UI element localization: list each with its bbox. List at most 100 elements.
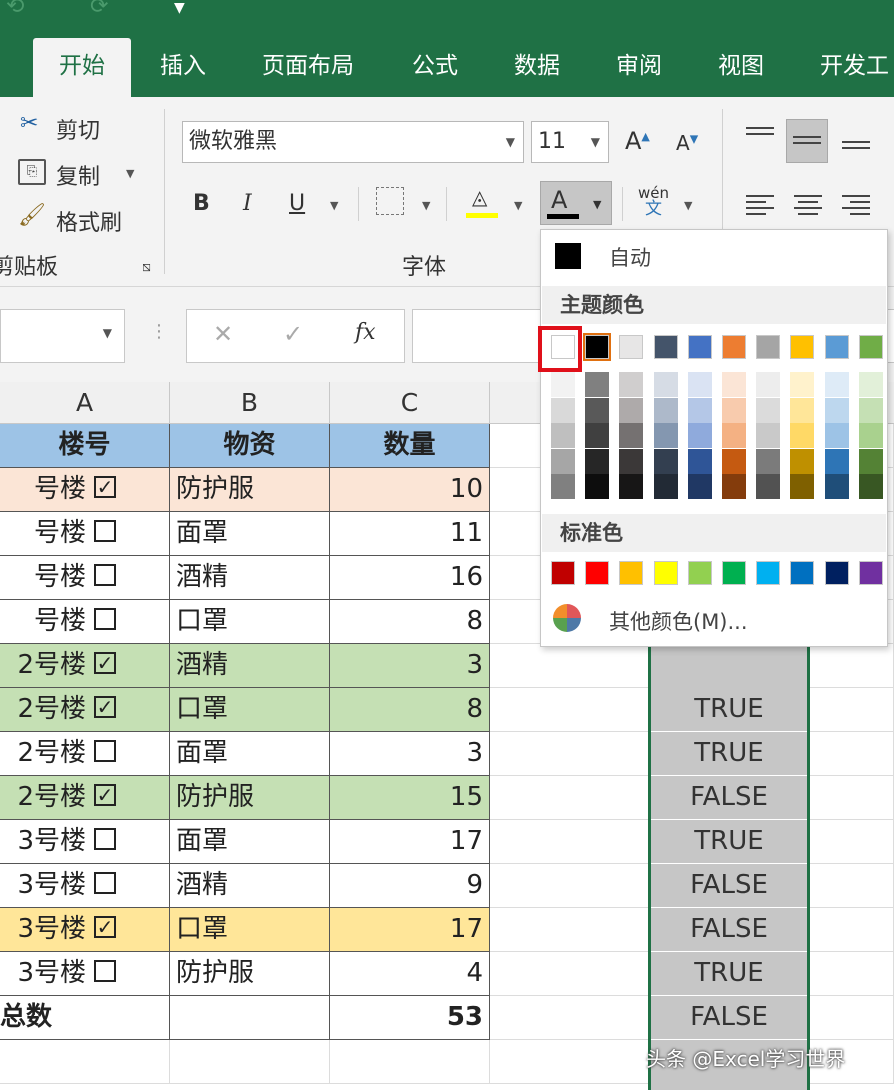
theme-color-swatch[interactable] — [722, 335, 746, 359]
format-painter-button[interactable]: 格式刷 — [56, 205, 122, 237]
standard-color-swatch[interactable] — [722, 561, 746, 585]
standard-color-swatch[interactable] — [790, 561, 815, 585]
italic-button[interactable]: I — [243, 191, 252, 216]
insert-function-icon[interactable]: fx — [355, 320, 376, 345]
empty-cell[interactable] — [490, 732, 650, 776]
copy-icon[interactable]: ⎘ — [18, 159, 46, 185]
theme-shade-swatch[interactable] — [653, 474, 678, 500]
theme-shade-swatch[interactable] — [619, 372, 644, 397]
theme-shade-swatch[interactable] — [722, 372, 746, 397]
tab-home[interactable]: 开始 — [33, 38, 131, 97]
bool-cell[interactable]: FALSE — [651, 996, 807, 1040]
item-cell[interactable]: 面罩 — [170, 820, 330, 864]
theme-shade-swatch[interactable] — [824, 372, 849, 397]
theme-shade-swatch[interactable] — [619, 448, 644, 474]
theme-shade-swatch[interactable] — [858, 423, 883, 449]
building-cell[interactable]: 2号楼 ✓ — [0, 644, 170, 688]
theme-shade-swatch[interactable] — [653, 397, 678, 423]
theme-shade-swatch[interactable] — [551, 448, 575, 474]
theme-shade-swatch[interactable] — [824, 474, 849, 500]
theme-color-swatch[interactable] — [858, 335, 883, 359]
qty-cell[interactable]: 17 — [330, 820, 490, 864]
building-cell[interactable]: 号楼 ✓ — [0, 468, 170, 512]
standard-color-swatch[interactable] — [756, 561, 781, 585]
theme-shade-swatch[interactable] — [858, 474, 883, 500]
theme-shade-swatch[interactable] — [790, 448, 815, 474]
theme-color-swatch[interactable] — [756, 335, 781, 359]
item-cell[interactable]: 防护服 — [170, 468, 330, 512]
checkbox-unchecked[interactable] — [94, 827, 116, 850]
bold-button[interactable]: B — [193, 191, 210, 216]
scissors-icon[interactable]: ✂ — [20, 111, 38, 136]
theme-shade-swatch[interactable] — [790, 474, 815, 500]
column-header-c[interactable]: C — [330, 382, 490, 424]
item-cell[interactable]: 防护服 — [170, 776, 330, 820]
theme-shade-swatch[interactable] — [653, 423, 678, 449]
empty-cell[interactable] — [490, 688, 650, 732]
theme-shade-swatch[interactable] — [653, 448, 678, 474]
theme-shade-swatch[interactable] — [687, 474, 712, 500]
theme-shade-swatch[interactable] — [722, 448, 746, 474]
building-cell[interactable]: 3号楼 — [0, 864, 170, 908]
standard-color-swatch[interactable] — [619, 561, 644, 585]
bool-cell[interactable]: FALSE — [651, 864, 807, 908]
theme-shade-swatch[interactable] — [824, 448, 849, 474]
font-size-combo[interactable]: 11 ▼ — [531, 121, 609, 163]
theme-shade-swatch[interactable] — [687, 423, 712, 449]
theme-shade-swatch[interactable] — [722, 423, 746, 449]
checkbox-checked[interactable]: ✓ — [94, 695, 116, 718]
empty-cell[interactable] — [490, 776, 650, 820]
item-cell[interactable]: 酒精 — [170, 644, 330, 688]
checkbox-checked[interactable]: ✓ — [94, 475, 116, 498]
automatic-color-item[interactable]: 自动 — [541, 230, 887, 282]
checkbox-unchecked[interactable] — [94, 519, 116, 542]
building-cell[interactable]: 号楼 — [0, 512, 170, 556]
total-empty-cell[interactable] — [170, 996, 330, 1040]
tab-developer[interactable]: 开发工 — [820, 38, 889, 97]
empty-cell[interactable] — [490, 908, 650, 952]
chevron-down-icon[interactable]: ▼ — [591, 122, 600, 162]
empty-cell[interactable] — [490, 820, 650, 864]
empty-cell[interactable] — [810, 864, 894, 908]
empty-cell[interactable] — [490, 996, 650, 1040]
empty-cell[interactable] — [810, 644, 894, 688]
chevron-down-icon[interactable]: ▼ — [593, 198, 601, 211]
theme-shade-swatch[interactable] — [619, 474, 644, 500]
tab-insert[interactable]: 插入 — [160, 38, 206, 97]
table-header-qty[interactable]: 数量 — [330, 424, 490, 468]
empty-cell[interactable] — [810, 776, 894, 820]
dialog-launcher-icon[interactable]: ⧅ — [142, 259, 151, 275]
standard-color-swatch[interactable] — [653, 561, 678, 585]
align-right-icon[interactable] — [842, 191, 870, 219]
checkbox-checked[interactable]: ✓ — [94, 915, 116, 938]
chevron-down-icon[interactable]: ▼ — [103, 326, 112, 340]
item-cell[interactable]: 酒精 — [170, 864, 330, 908]
align-top-icon[interactable] — [746, 123, 774, 139]
theme-shade-swatch[interactable] — [756, 474, 781, 500]
qat-icon[interactable]: ⟲ — [6, 0, 24, 19]
theme-shade-swatch[interactable] — [756, 372, 781, 397]
building-cell[interactable]: 2号楼 ✓ — [0, 776, 170, 820]
empty-cell[interactable] — [810, 996, 894, 1040]
qty-cell[interactable]: 9 — [330, 864, 490, 908]
theme-shade-swatch[interactable] — [551, 423, 575, 449]
column-header-a[interactable]: A — [0, 382, 170, 424]
qty-cell[interactable]: 8 — [330, 600, 490, 644]
theme-shade-swatch[interactable] — [858, 397, 883, 423]
empty-cell[interactable] — [490, 864, 650, 908]
theme-shade-swatch[interactable] — [585, 474, 610, 500]
chevron-down-icon[interactable]: ▼ — [684, 199, 692, 212]
qty-cell[interactable]: 4 — [330, 952, 490, 996]
underline-button[interactable]: U — [289, 191, 305, 216]
theme-shade-swatch[interactable] — [551, 372, 575, 397]
table-header-building[interactable]: 楼号 — [0, 424, 170, 468]
qty-cell[interactable]: 3 — [330, 732, 490, 776]
theme-color-swatch[interactable] — [583, 333, 612, 361]
empty-cell[interactable] — [490, 644, 650, 688]
tab-review[interactable]: 审阅 — [616, 38, 662, 97]
cut-button[interactable]: 剪切 — [56, 113, 100, 145]
theme-color-swatch[interactable] — [790, 335, 815, 359]
theme-shade-swatch[interactable] — [619, 397, 644, 423]
chevron-down-icon[interactable]: ▼ — [330, 199, 338, 212]
standard-color-swatch[interactable] — [551, 561, 575, 585]
